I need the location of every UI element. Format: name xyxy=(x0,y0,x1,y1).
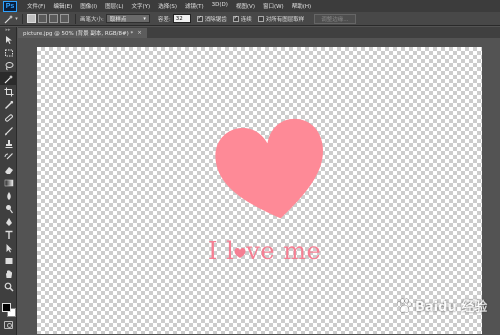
refine-edge-button[interactable]: 调整边缘... xyxy=(314,13,356,24)
color-swatches xyxy=(2,303,16,317)
new-selection-button[interactable] xyxy=(27,14,36,23)
heart-path xyxy=(215,118,323,219)
hand-icon xyxy=(5,269,12,278)
divider xyxy=(22,13,23,24)
tolerance-input[interactable]: 32 xyxy=(172,14,191,23)
brush-size-label: 画笔大小: xyxy=(80,16,104,23)
photoshop-logo: Ps xyxy=(3,0,17,12)
checkbox-empty-icon xyxy=(257,15,264,22)
blur-icon xyxy=(6,191,11,200)
sample-all-layers-checkbox[interactable]: 对所有图层取样 xyxy=(257,15,305,23)
options-bar: ▾ 画笔大小: 取样点 ▾ 容差: 32 ✓ 消除锯齿 ✓ 连续 对所有图层取样… xyxy=(0,12,500,26)
menu-view[interactable]: 视图(V) xyxy=(232,2,259,10)
foreground-color-swatch[interactable] xyxy=(2,303,11,312)
clone-stamp-icon xyxy=(5,139,12,148)
blur-tool[interactable] xyxy=(0,189,17,202)
move-icon xyxy=(5,35,12,44)
menu-filter[interactable]: 滤镜(T) xyxy=(181,2,208,10)
chevron-down-icon: ▾ xyxy=(143,15,146,22)
eraser-tool[interactable] xyxy=(0,163,17,176)
menu-help[interactable]: 帮助(H) xyxy=(288,2,315,10)
add-to-selection-button[interactable] xyxy=(38,14,47,23)
intersect-selection-button[interactable] xyxy=(60,14,69,23)
healing-icon xyxy=(4,113,13,122)
tool-preset-picker[interactable]: ▾ xyxy=(4,13,18,24)
menu-bar: Ps 文件(F) 编辑(E) 图像(I) 图层(L) 文字(Y) 选择(S) 滤… xyxy=(0,0,500,12)
contiguous-checkbox[interactable]: ✓ 连续 xyxy=(232,15,252,23)
tools-panel: ▸▸ xyxy=(0,27,17,335)
love-text-part-1: I l xyxy=(208,237,235,265)
shape-icon xyxy=(5,257,12,264)
menu-window[interactable]: 窗口(W) xyxy=(259,2,288,10)
marquee-tool[interactable] xyxy=(0,46,17,59)
baidu-watermark: Baidu 经验 xyxy=(395,296,487,315)
shape-tool[interactable] xyxy=(0,254,17,267)
sample-size-dropdown[interactable]: 取样点 ▾ xyxy=(105,14,150,23)
crop-icon xyxy=(4,87,13,96)
paw-logo-icon xyxy=(396,297,412,313)
menu-image[interactable]: 图像(I) xyxy=(76,2,101,10)
subtract-from-selection-button[interactable] xyxy=(49,14,58,23)
menu-layer[interactable]: 图层(L) xyxy=(101,2,127,10)
path-selection-tool[interactable] xyxy=(0,241,17,254)
brush-icon xyxy=(4,126,13,135)
menu-3d[interactable]: 3D(D) xyxy=(208,2,232,10)
tolerance-label: 容差: xyxy=(157,16,171,23)
dodge-icon xyxy=(5,204,13,213)
contiguous-label: 连续 xyxy=(240,16,252,23)
eyedropper-icon xyxy=(4,100,13,109)
zoom-tool[interactable] xyxy=(0,280,17,293)
document-tab-title: picture.jpg @ 50% (背景 副本, RGB/8#) * xyxy=(23,31,134,37)
lasso-icon xyxy=(5,61,13,70)
zoom-icon xyxy=(4,282,14,292)
lasso-tool[interactable] xyxy=(0,59,17,72)
crop-tool[interactable] xyxy=(0,85,17,98)
document-canvas[interactable]: I l ve me xyxy=(37,47,482,334)
path-selection-icon xyxy=(6,243,12,252)
menu-select[interactable]: 选择(S) xyxy=(154,2,181,10)
eyedropper-tool[interactable] xyxy=(0,98,17,111)
sample-all-layers-label: 对所有图层取样 xyxy=(265,16,305,23)
checkmark-icon: ✓ xyxy=(196,15,203,22)
hand-tool[interactable] xyxy=(0,267,17,280)
document-tab[interactable]: picture.jpg @ 50% (背景 副本, RGB/8#) * × xyxy=(18,28,147,38)
chevron-down-icon: ▾ xyxy=(15,15,18,22)
menu-file[interactable]: 文件(F) xyxy=(23,2,49,10)
pen-tool[interactable] xyxy=(0,215,17,228)
magic-wand-tool[interactable] xyxy=(0,72,17,85)
eraser-icon xyxy=(4,166,13,174)
menu-type[interactable]: 文字(Y) xyxy=(128,2,155,10)
checkmark-icon: ✓ xyxy=(232,15,239,22)
clone-stamp-tool[interactable] xyxy=(0,137,17,150)
love-text: I l ve me xyxy=(208,237,338,265)
menu-items: 文件(F) 编辑(E) 图像(I) 图层(L) 文字(Y) 选择(S) 滤镜(T… xyxy=(23,2,315,10)
quick-mask-button[interactable] xyxy=(4,321,13,329)
sample-size-value: 取样点 xyxy=(109,16,127,23)
dodge-tool[interactable] xyxy=(0,202,17,215)
pen-icon xyxy=(5,217,12,226)
history-brush-tool[interactable] xyxy=(0,150,17,163)
healing-brush-tool[interactable] xyxy=(0,111,17,124)
type-icon xyxy=(5,230,12,239)
marquee-icon xyxy=(4,49,13,56)
love-text-part-2: ve me xyxy=(246,237,322,265)
divider xyxy=(75,13,76,24)
magic-wand-icon xyxy=(4,14,14,23)
watermark-text: Baidu 经验 xyxy=(415,300,488,315)
history-brush-icon xyxy=(4,152,13,159)
move-tool[interactable] xyxy=(0,33,17,46)
small-heart-icon xyxy=(234,248,246,258)
menu-edit[interactable]: 编辑(E) xyxy=(49,2,76,10)
magic-wand-icon xyxy=(4,74,13,83)
brush-tool[interactable] xyxy=(0,124,17,137)
close-icon[interactable]: × xyxy=(137,30,142,36)
type-tool[interactable] xyxy=(0,228,17,241)
antialias-label: 消除锯齿 xyxy=(204,16,227,23)
gradient-icon xyxy=(4,179,13,186)
heart-shape xyxy=(215,118,323,219)
gradient-tool[interactable] xyxy=(0,176,17,189)
antialias-checkbox[interactable]: ✓ 消除锯齿 xyxy=(196,15,227,23)
document-tab-bar: picture.jpg @ 50% (背景 副本, RGB/8#) * × xyxy=(18,27,500,38)
